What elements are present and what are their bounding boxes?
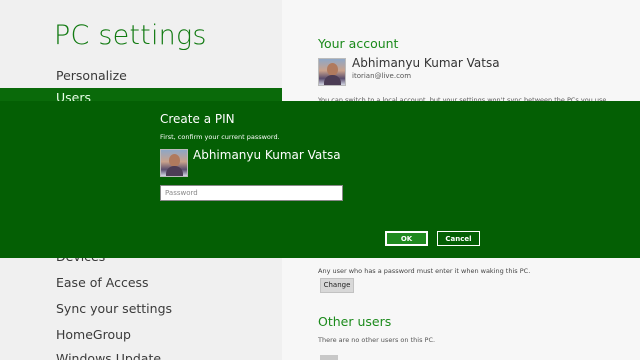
other-users-heading: Other users [318,314,392,329]
nav-item-personalize[interactable]: Personalize [56,68,127,83]
dialog-user-name: Abhimanyu Kumar Vatsa [193,148,341,162]
nav-item-windows-update[interactable]: Windows Update [56,351,161,360]
password-input[interactable] [160,185,343,201]
cancel-button[interactable]: Cancel [437,231,480,246]
add-user-button[interactable] [320,355,338,360]
nav-item-ease-of-access[interactable]: Ease of Access [56,275,149,290]
dialog-user-avatar [160,149,188,177]
account-name: Abhimanyu Kumar Vatsa [352,56,500,70]
other-users-info: There are no other users on this PC. [318,336,436,344]
nav-item-homegroup[interactable]: HomeGroup [56,327,131,342]
dialog-title: Create a PIN [160,112,235,126]
your-account-heading: Your account [318,36,399,51]
account-email: itorian@live.com [352,72,412,80]
password-wake-info: Any user who has a password must enter i… [318,267,531,275]
pc-settings-title: PC settings [54,20,207,51]
ok-button[interactable]: OK [385,231,428,246]
nav-item-sync-settings[interactable]: Sync your settings [56,301,172,316]
change-button[interactable]: Change [320,278,354,293]
account-avatar [318,58,346,86]
create-pin-dialog: Create a PIN First, confirm your current… [0,101,640,258]
dialog-subtitle: First, confirm your current password. [160,133,280,141]
nav-item-users[interactable]: Users [0,88,282,105]
